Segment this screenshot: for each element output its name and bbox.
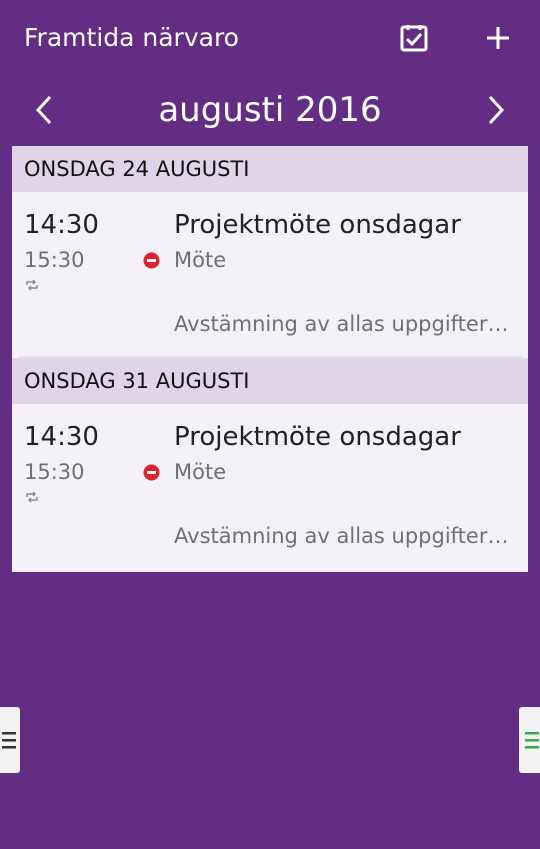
app-title: Framtida närvaro [24,23,239,52]
menu-icon [525,732,539,749]
day-header: ONSDAG 31 AUGUSTI [12,358,528,404]
day-header: ONSDAG 24 AUGUSTI [12,146,528,192]
month-navigation: augusti 2016 [0,82,540,138]
chevron-right-icon[interactable] [476,90,516,130]
agenda-list: ONSDAG 24 AUGUSTI 14:30 15:30 Projektmöt… [12,146,528,572]
event-description: Avstämning av allas uppgifter -... [174,524,514,548]
event-end-time: 15:30 [24,460,85,484]
event-category: Möte [174,460,227,484]
left-drawer-handle[interactable] [0,707,20,773]
checkbox-icon[interactable] [394,18,434,58]
plus-icon[interactable] [478,18,518,58]
event-item[interactable]: 14:30 15:30 Projektmöte onsdagar Möte Av… [12,192,528,356]
month-title: augusti 2016 [158,90,382,130]
right-drawer-handle[interactable] [519,707,540,773]
repeat-icon [25,276,39,291]
event-category: Möte [174,248,227,272]
event-end-time: 15:30 [24,248,85,272]
event-description: Avstämning av allas uppgifter -... [174,312,514,336]
event-title: Projektmöte onsdagar [174,422,461,452]
event-start-time: 14:30 [24,422,99,452]
repeat-icon [25,488,39,503]
event-item[interactable]: 14:30 15:30 Projektmöte onsdagar Möte Av… [12,404,528,568]
event-start-time: 14:30 [24,210,99,240]
event-title: Projektmöte onsdagar [174,210,461,240]
busy-status-icon [143,252,160,269]
app-bar: Framtida närvaro [0,0,540,76]
menu-icon [2,732,16,749]
busy-status-icon [143,464,160,481]
